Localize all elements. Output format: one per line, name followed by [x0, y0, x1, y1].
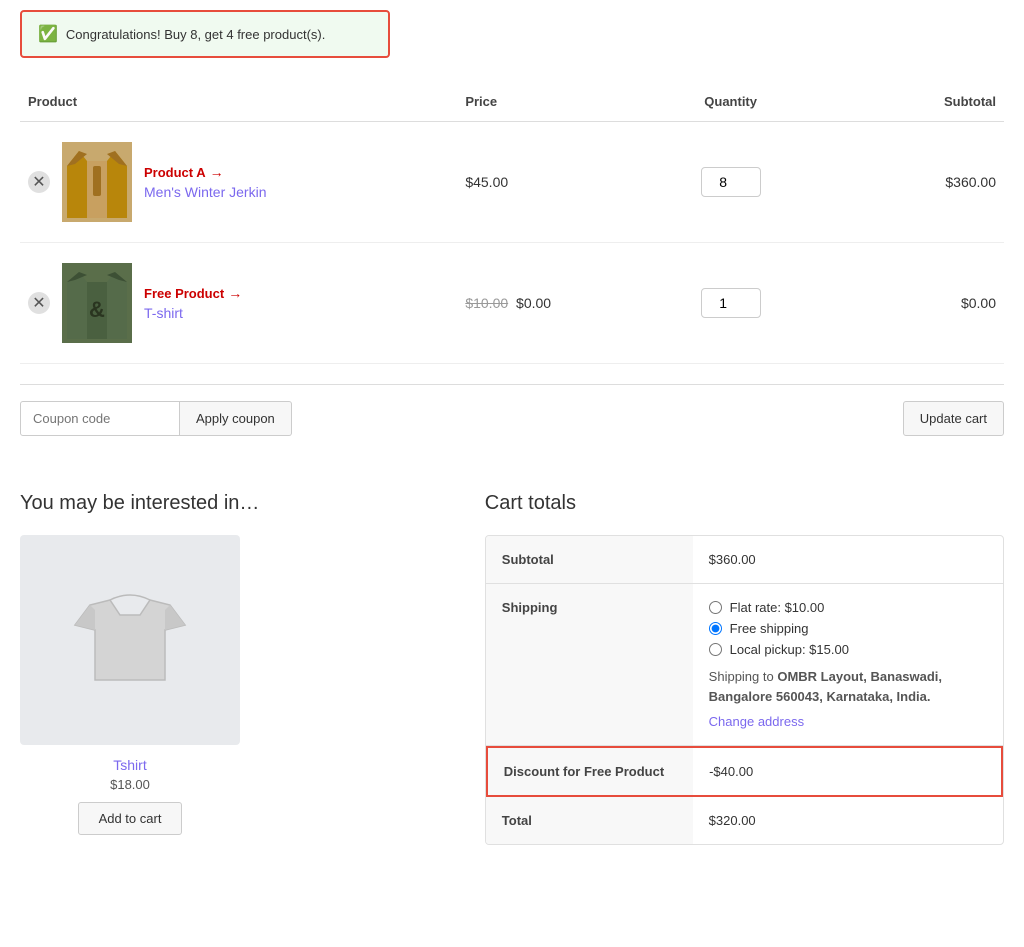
coupon-row: Apply coupon Update cart	[20, 384, 1004, 452]
shipping-option-free: Free shipping	[709, 621, 987, 636]
related-product-name[interactable]: Tshirt	[20, 757, 240, 773]
success-alert: ✅ Congratulations! Buy 8, get 4 free pro…	[20, 10, 390, 58]
totals-total-row: Total $320.00	[486, 797, 1003, 844]
totals-table: Subtotal $360.00 Shipping Flat rate: $10…	[485, 535, 1004, 845]
alert-message: Congratulations! Buy 8, get 4 free produ…	[66, 27, 325, 42]
tshirt-product-icon: &	[67, 267, 127, 339]
product-label-free: Free Product	[144, 286, 224, 301]
remove-item-1-button[interactable]: ✕	[28, 171, 50, 193]
col-header-quantity: Quantity	[621, 82, 840, 122]
shipping-options: Flat rate: $10.00 Free shipping Local pi…	[693, 584, 1003, 745]
discount-value: -$40.00	[693, 748, 1001, 795]
shipping-address: Shipping to OMBR Layout, Banaswadi, Bang…	[709, 667, 987, 706]
coupon-form: Apply coupon	[20, 401, 292, 436]
col-header-price: Price	[457, 82, 621, 122]
product-label-a: Product A	[144, 165, 206, 180]
totals-discount-row: Discount for Free Product -$40.00	[486, 746, 1003, 797]
shipping-local-label: Local pickup: $15.00	[730, 642, 849, 657]
subtotal-value: $360.00	[693, 536, 1003, 583]
related-product-image	[20, 535, 240, 745]
price-cell-1: $45.00	[457, 122, 621, 243]
price-cell-2: $10.00 $0.00	[457, 243, 621, 364]
remove-item-2-button[interactable]: ✕	[28, 292, 50, 314]
related-products-section: You may be interested in… Tshirt $18.00 …	[20, 492, 445, 845]
related-tshirt-icon	[70, 580, 190, 700]
shipping-option-flat: Flat rate: $10.00	[709, 600, 987, 615]
product-image-2: &	[62, 263, 132, 343]
product-image-1	[62, 142, 132, 222]
change-address-link[interactable]: Change address	[709, 714, 804, 729]
add-to-cart-button[interactable]: Add to cart	[78, 802, 183, 835]
quantity-input-1[interactable]	[701, 167, 761, 197]
totals-shipping-row: Shipping Flat rate: $10.00 Free shipping	[486, 584, 1003, 746]
shipping-flat-label: Flat rate: $10.00	[730, 600, 825, 615]
discount-label: Discount for Free Product	[488, 748, 693, 795]
cart-totals-title: Cart totals	[485, 492, 1004, 515]
subtotal-cell-2: $0.00	[840, 243, 1004, 364]
total-value: $320.00	[693, 797, 1003, 844]
totals-subtotal-row: Subtotal $360.00	[486, 536, 1003, 584]
related-product-price: $18.00	[20, 777, 240, 792]
product-link-2[interactable]: T-shirt	[144, 305, 242, 321]
shipping-label: Shipping	[486, 584, 693, 745]
col-header-subtotal: Subtotal	[840, 82, 1004, 122]
related-product-card: Tshirt $18.00 Add to cart	[20, 535, 240, 835]
cart-totals-section: Cart totals Subtotal $360.00 Shipping Fl…	[485, 492, 1004, 845]
shipping-option-local: Local pickup: $15.00	[709, 642, 987, 657]
bottom-section: You may be interested in… Tshirt $18.00 …	[20, 482, 1004, 845]
cart-table: Product Price Quantity Subtotal ✕	[20, 82, 1004, 364]
related-products-title: You may be interested in…	[20, 492, 445, 515]
check-icon: ✅	[38, 24, 58, 44]
total-label: Total	[486, 797, 693, 844]
shipping-free-radio[interactable]	[709, 622, 722, 635]
shipping-local-radio[interactable]	[709, 643, 722, 656]
shipping-flat-radio[interactable]	[709, 601, 722, 614]
apply-coupon-button[interactable]: Apply coupon	[180, 401, 292, 436]
col-header-product: Product	[20, 82, 457, 122]
subtotal-cell-1: $360.00	[840, 122, 1004, 243]
update-cart-button[interactable]: Update cart	[903, 401, 1004, 436]
cart-row-1: ✕	[20, 122, 1004, 243]
jacket-icon	[67, 146, 127, 218]
shipping-free-label: Free shipping	[730, 621, 809, 636]
cart-row-2: ✕ &	[20, 243, 1004, 364]
coupon-input[interactable]	[20, 401, 180, 436]
product-link-1[interactable]: Men's Winter Jerkin	[144, 184, 266, 200]
svg-text:&: &	[89, 297, 105, 322]
quantity-input-2[interactable]	[701, 288, 761, 318]
subtotal-label: Subtotal	[486, 536, 693, 583]
